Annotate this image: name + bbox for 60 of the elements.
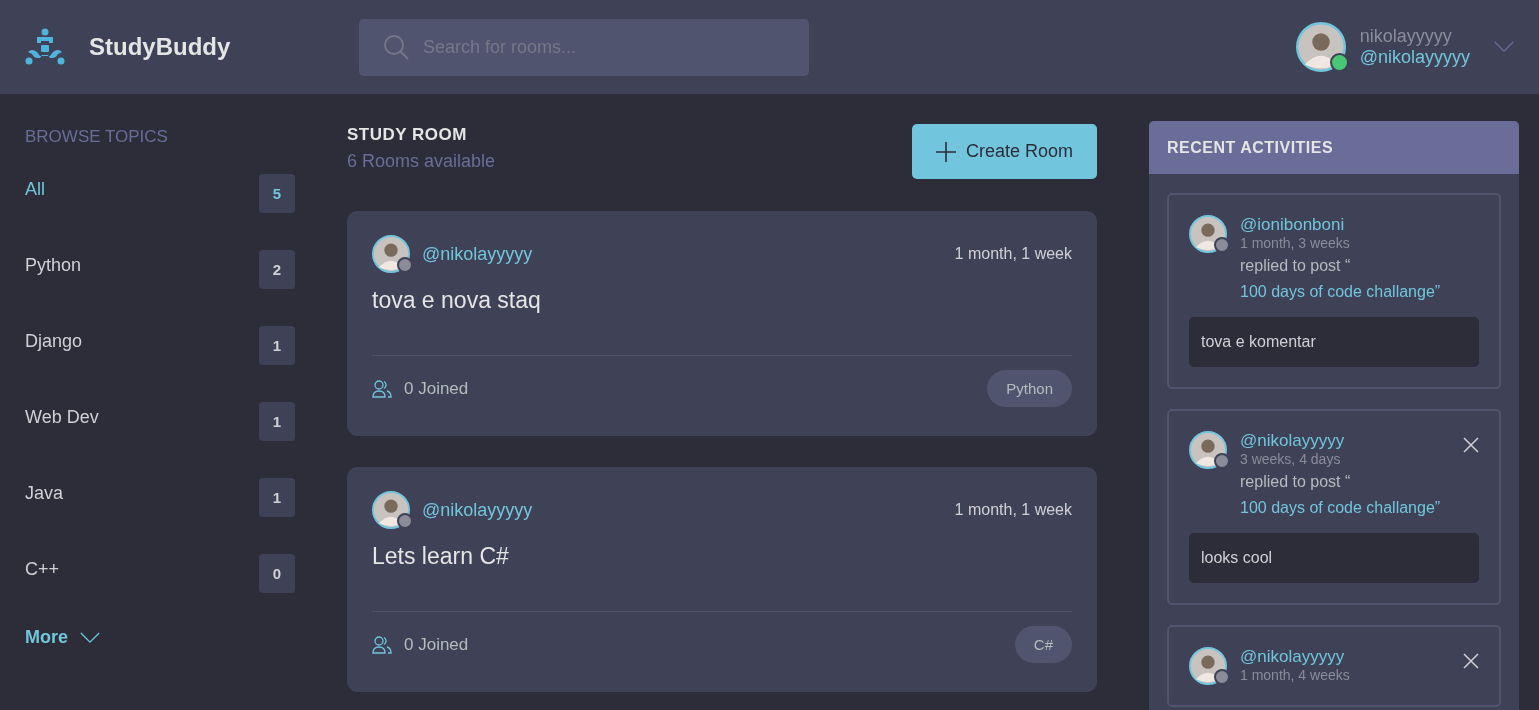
room-title[interactable]: Lets learn C#	[372, 543, 509, 611]
topic-count: 1	[259, 477, 295, 517]
user-handle: @nikolayyyyy	[1359, 47, 1470, 68]
topic-label: Django	[25, 330, 83, 352]
search-icon	[383, 34, 409, 60]
panel-title: RECENT ACTIVITIES	[1167, 138, 1334, 157]
topic-tag[interactable]: C#	[1014, 626, 1072, 663]
rooms-count: 6 Rooms available	[347, 151, 496, 172]
avatar	[1295, 22, 1346, 72]
topic-count: 1	[259, 325, 295, 365]
topic-link[interactable]: Web Dev 1	[25, 383, 295, 459]
activity-action: replied to post “	[1240, 257, 1352, 275]
room-time: 1 month, 1 week	[954, 501, 1072, 519]
user-link[interactable]: @ionibonboni	[1240, 215, 1479, 235]
people-icon	[372, 635, 392, 654]
user-name: nikolayyyyy	[1359, 26, 1453, 47]
topic-label: C++	[25, 558, 60, 580]
plus-icon	[935, 141, 956, 162]
comment-text: tova e komentar	[1189, 317, 1479, 367]
topic-count: 5	[259, 173, 295, 213]
brand-name: StudyBuddy	[89, 33, 231, 61]
close-button[interactable]	[1463, 437, 1479, 453]
chevron-down-icon	[1494, 41, 1514, 53]
user-link[interactable]: @nikolayyyyy	[1240, 647, 1450, 667]
room-time: 1 month, 1 week	[954, 245, 1072, 263]
host-link[interactable]: @nikolayyyyy	[422, 243, 533, 265]
topic-label: Web Dev	[25, 406, 99, 428]
topic-count: 1	[259, 401, 295, 441]
people-icon	[372, 379, 392, 398]
topic-link[interactable]: Java 1	[25, 459, 295, 535]
topic-count: 0	[259, 553, 295, 593]
section-title: BROWSE TOPICS	[25, 127, 169, 147]
logo-icon	[25, 28, 65, 66]
activity-time: 1 month, 4 weeks	[1240, 667, 1351, 683]
room-title[interactable]: tova e nova staq	[372, 287, 541, 355]
topic-link[interactable]: Python 2	[25, 231, 295, 307]
topic-link[interactable]: Django 1	[25, 307, 295, 383]
topic-link[interactable]: C++ 0	[25, 535, 295, 611]
host-link[interactable]: @nikolayyyyy	[422, 499, 533, 521]
topic-tag[interactable]: Python	[987, 370, 1072, 407]
post-link[interactable]: 100 days of code challange”	[1240, 283, 1479, 301]
topic-count: 2	[259, 249, 295, 289]
user-link[interactable]: @nikolayyyyy	[1240, 431, 1450, 451]
topic-label: All	[25, 178, 45, 200]
more-link[interactable]: More	[25, 627, 295, 648]
chevron-down-icon	[80, 631, 100, 644]
activity-time: 3 weeks, 4 days	[1240, 451, 1342, 467]
topic-link[interactable]: All 5	[25, 155, 295, 231]
activity-time: 1 month, 3 weeks	[1240, 235, 1351, 251]
create-room-button[interactable]: Create Room	[911, 124, 1097, 179]
topic-label: Python	[25, 254, 82, 276]
close-button[interactable]	[1463, 653, 1479, 669]
joined-count: 0 Joined	[404, 634, 469, 655]
topic-label: Java	[25, 482, 64, 504]
activity-action: replied to post “	[1240, 473, 1352, 491]
joined-count: 0 Joined	[404, 378, 469, 399]
section-title: STUDY ROOM	[347, 125, 468, 145]
more-label: More	[25, 627, 68, 648]
post-link[interactable]: 100 days of code challange”	[1240, 499, 1450, 517]
comment-text: looks cool	[1189, 533, 1479, 583]
